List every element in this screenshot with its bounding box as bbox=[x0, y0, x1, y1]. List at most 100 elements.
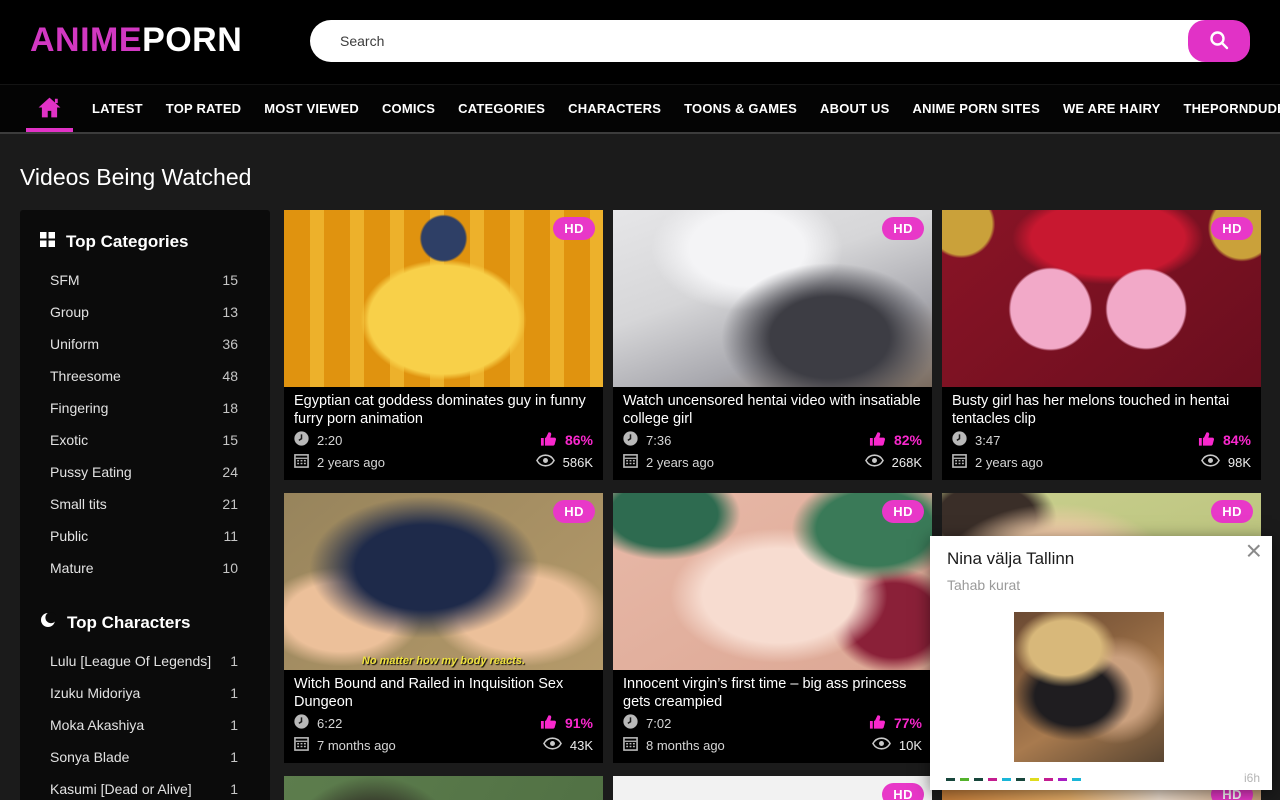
video-thumbnail[interactable]: HD bbox=[613, 776, 932, 800]
video-age: 7 months ago bbox=[294, 736, 396, 754]
grid-icon bbox=[40, 232, 55, 252]
video-duration: 7:36 bbox=[623, 431, 671, 449]
eye-icon bbox=[543, 737, 562, 753]
video-age: 2 years ago bbox=[952, 453, 1043, 471]
video-card[interactable]: HD No matter how my body reacts. Witch B… bbox=[284, 493, 603, 763]
top-characters-header: Top Characters bbox=[20, 604, 270, 645]
thumbs-up-icon bbox=[1198, 431, 1215, 450]
clock-icon bbox=[294, 431, 309, 449]
nav-item-anime-porn-sites[interactable]: ANIME PORN SITES bbox=[913, 101, 1040, 116]
video-thumbnail[interactable]: HD No matter how my body reacts. bbox=[284, 493, 603, 670]
eye-icon bbox=[865, 454, 884, 470]
video-views: 43K bbox=[543, 737, 593, 753]
character-item-kasumi[interactable]: Kasumi [Dead or Alive]1 bbox=[20, 773, 270, 800]
popup-title: Nina välja Tallinn bbox=[947, 549, 1074, 569]
nav-item-latest[interactable]: LATEST bbox=[92, 101, 143, 116]
character-item-sonya-blade[interactable]: Sonya Blade1 bbox=[20, 741, 270, 773]
nav-item-categories[interactable]: CATEGORIES bbox=[458, 101, 545, 116]
category-item-exotic[interactable]: Exotic15 bbox=[20, 424, 270, 456]
video-title[interactable]: Egyptian cat goddess dominates guy in fu… bbox=[294, 392, 593, 429]
video-card[interactable] bbox=[284, 776, 603, 800]
header: ANIMEPORN bbox=[0, 0, 1280, 84]
video-age: 2 years ago bbox=[294, 453, 385, 471]
nav-item-characters[interactable]: CHARACTERS bbox=[568, 101, 661, 116]
category-item-threesome[interactable]: Threesome48 bbox=[20, 360, 270, 392]
search-icon bbox=[1208, 29, 1230, 54]
close-icon[interactable]: × bbox=[1246, 536, 1262, 567]
thumbs-up-icon bbox=[540, 714, 557, 733]
ad-popup: Nina välja Tallinn Tahab kurat × i6h bbox=[930, 536, 1272, 790]
video-card[interactable]: HD bbox=[613, 776, 932, 800]
sidebar: Top Categories SFM15 Group13 Uniform36 T… bbox=[20, 210, 270, 800]
video-card[interactable]: HD Busty girl has her melons touched in … bbox=[942, 210, 1261, 480]
video-card[interactable]: HD Watch uncensored hentai video with in… bbox=[613, 210, 932, 480]
page-title: Videos Being Watched bbox=[20, 164, 251, 191]
video-title[interactable]: Witch Bound and Railed in Inquisition Se… bbox=[294, 675, 593, 712]
video-thumbnail[interactable]: HD bbox=[942, 210, 1261, 387]
category-item-fingering[interactable]: Fingering18 bbox=[20, 392, 270, 424]
video-views: 268K bbox=[865, 454, 922, 470]
clock-icon bbox=[952, 431, 967, 449]
character-item-moka-akashiya[interactable]: Moka Akashiya1 bbox=[20, 709, 270, 741]
thumbs-up-icon bbox=[869, 714, 886, 733]
hd-badge: HD bbox=[553, 217, 595, 240]
video-thumbnail[interactable]: HD bbox=[613, 210, 932, 387]
video-title[interactable]: Busty girl has her melons touched in hen… bbox=[952, 392, 1251, 429]
progress-dashes bbox=[946, 778, 1081, 781]
nav-item-comics[interactable]: COMICS bbox=[382, 101, 435, 116]
calendar-icon bbox=[952, 453, 967, 471]
video-card[interactable]: HD Innocent virgin’s first time – big as… bbox=[613, 493, 932, 763]
calendar-icon bbox=[294, 736, 309, 754]
video-thumbnail[interactable] bbox=[284, 776, 603, 800]
main-nav: LATEST TOP RATED MOST VIEWED COMICS CATE… bbox=[0, 84, 1280, 134]
calendar-icon bbox=[294, 453, 309, 471]
thumbnail-subtitle: No matter how my body reacts. bbox=[284, 655, 603, 667]
nav-item-top-rated[interactable]: TOP RATED bbox=[166, 101, 241, 116]
hd-badge: HD bbox=[1211, 217, 1253, 240]
video-views: 98K bbox=[1201, 454, 1251, 470]
video-duration: 2:20 bbox=[294, 431, 342, 449]
search-input[interactable] bbox=[310, 20, 1250, 62]
page: ANIMEPORN LATEST TOP RATED MOST VIEWED C… bbox=[0, 0, 1280, 800]
character-item-izuku-midoriya[interactable]: Izuku Midoriya1 bbox=[20, 677, 270, 709]
video-rating: 84% bbox=[1198, 431, 1251, 450]
category-item-public[interactable]: Public11 bbox=[20, 520, 270, 552]
category-item-mature[interactable]: Mature10 bbox=[20, 552, 270, 584]
top-characters-title: Top Characters bbox=[67, 613, 190, 633]
search-button[interactable] bbox=[1188, 20, 1250, 62]
nav-item-most-viewed[interactable]: MOST VIEWED bbox=[264, 101, 359, 116]
popup-subtitle: Tahab kurat bbox=[947, 577, 1020, 593]
video-card[interactable]: HD Egyptian cat goddess dominates guy in… bbox=[284, 210, 603, 480]
eye-icon bbox=[536, 454, 555, 470]
nav-item-we-are-hairy[interactable]: WE ARE HAIRY bbox=[1063, 101, 1161, 116]
thumbs-up-icon bbox=[540, 431, 557, 450]
calendar-icon bbox=[623, 453, 638, 471]
video-age: 2 years ago bbox=[623, 453, 714, 471]
nav-item-home[interactable] bbox=[30, 85, 69, 132]
video-thumbnail[interactable]: HD bbox=[284, 210, 603, 387]
video-title[interactable]: Watch uncensored hentai video with insat… bbox=[623, 392, 922, 429]
top-categories-title: Top Categories bbox=[66, 232, 188, 252]
character-item-lulu[interactable]: Lulu [League Of Legends]1 bbox=[20, 645, 270, 677]
eye-icon bbox=[1201, 454, 1220, 470]
video-duration: 7:02 bbox=[623, 714, 671, 732]
home-icon bbox=[37, 96, 62, 122]
logo-part-porn: PORN bbox=[142, 21, 242, 59]
eye-icon bbox=[872, 737, 891, 753]
clock-icon bbox=[623, 431, 638, 449]
video-duration: 6:22 bbox=[294, 714, 342, 732]
clock-icon bbox=[623, 714, 638, 732]
video-thumbnail[interactable]: HD bbox=[613, 493, 932, 670]
video-title[interactable]: Innocent virgin’s first time – big ass p… bbox=[623, 675, 922, 712]
category-item-sfm[interactable]: SFM15 bbox=[20, 264, 270, 296]
site-logo[interactable]: ANIMEPORN bbox=[30, 21, 242, 60]
nav-item-toons-games[interactable]: TOONS & GAMES bbox=[684, 101, 797, 116]
popup-photo[interactable] bbox=[1014, 612, 1164, 762]
nav-item-about-us[interactable]: ABOUT US bbox=[820, 101, 890, 116]
category-item-group[interactable]: Group13 bbox=[20, 296, 270, 328]
nav-item-theporndude[interactable]: THEPORNDUDE bbox=[1183, 101, 1280, 116]
category-item-small-tits[interactable]: Small tits21 bbox=[20, 488, 270, 520]
video-rating: 86% bbox=[540, 431, 593, 450]
category-item-pussy-eating[interactable]: Pussy Eating24 bbox=[20, 456, 270, 488]
category-item-uniform[interactable]: Uniform36 bbox=[20, 328, 270, 360]
